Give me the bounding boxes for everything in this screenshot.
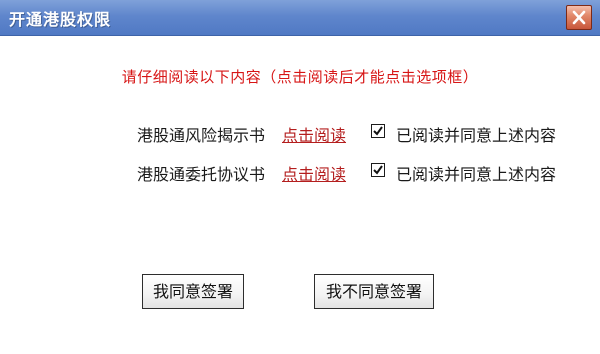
disagree-sign-button[interactable]: 我不同意签署 (314, 274, 434, 309)
read-link[interactable]: 点击阅读 (282, 122, 346, 146)
agree-sign-button[interactable]: 我同意签署 (142, 274, 244, 309)
close-icon (572, 10, 586, 25)
checkmark-icon (373, 126, 383, 136)
document-name: 港股通风险揭示书 (136, 126, 265, 145)
checkmark-icon (373, 165, 383, 175)
title-bar[interactable]: 开通港股权限 (0, 0, 600, 36)
read-notice: 请仔细阅读以下内容（点击阅读后才能点击选项框） (121, 68, 479, 86)
agree-label: 已阅读并同意上述内容 (396, 126, 557, 145)
permission-dialog: 开通港股权限 请仔细阅读以下内容（点击阅读后才能点击选项框） 港股通风险揭示书 … (0, 0, 600, 354)
document-name: 港股通委托协议书 (136, 165, 265, 184)
document-row-risk: 港股通风险揭示书 点击阅读 已阅读并同意上述内容 (0, 122, 600, 146)
read-link[interactable]: 点击阅读 (282, 161, 346, 185)
window-title: 开通港股权限 (9, 10, 112, 29)
agree-checkbox[interactable] (371, 124, 385, 138)
agree-checkbox[interactable] (371, 163, 385, 177)
close-button[interactable] (566, 5, 592, 30)
document-row-entrust: 港股通委托协议书 点击阅读 已阅读并同意上述内容 (0, 161, 600, 185)
agree-label: 已阅读并同意上述内容 (396, 165, 557, 184)
